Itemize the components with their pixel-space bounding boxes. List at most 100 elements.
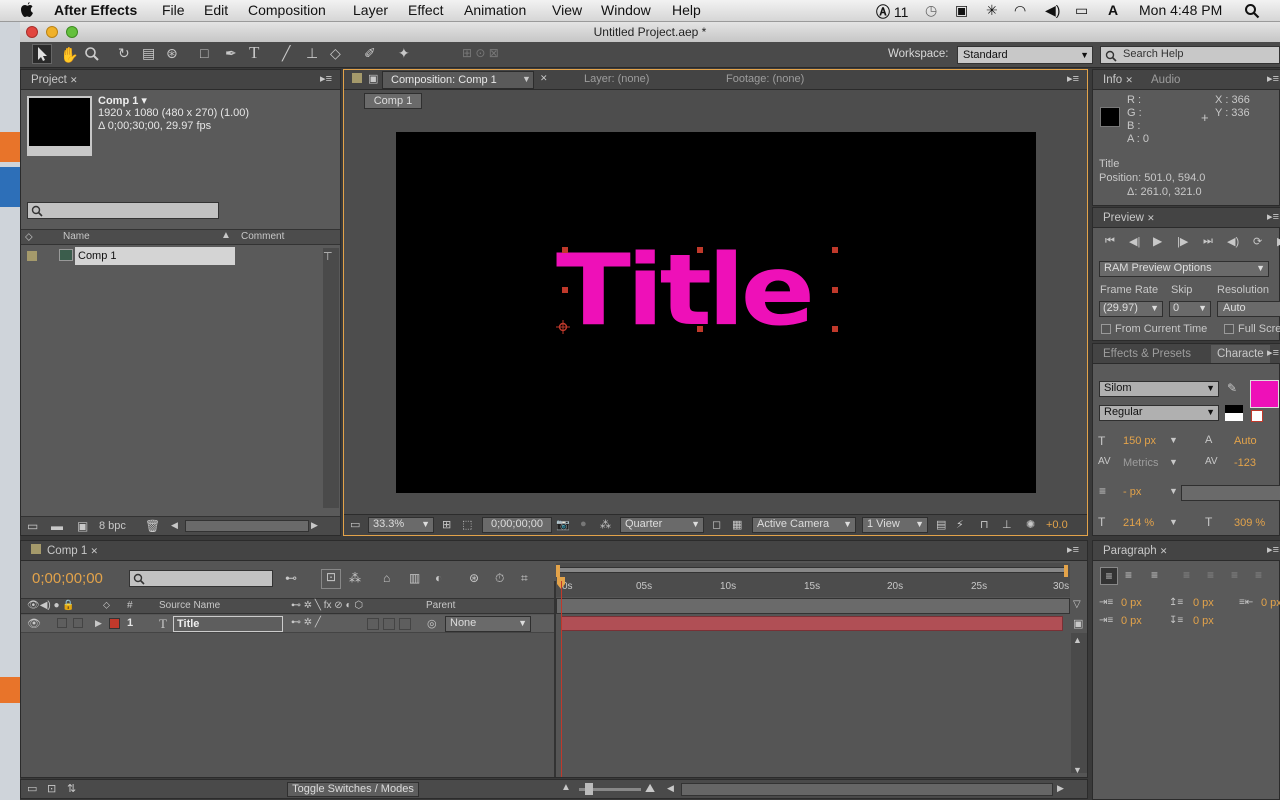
always-preview-icon[interactable]: ▭ <box>350 518 360 531</box>
bounding-handle[interactable] <box>562 287 568 293</box>
column-source-name[interactable]: Source Name <box>159 600 220 611</box>
composition-canvas[interactable]: Title <box>396 132 1036 493</box>
no-fill-icon[interactable] <box>1251 410 1263 422</box>
justify-all-icon[interactable]: ≡ <box>1255 568 1262 582</box>
layer-name-cell[interactable]: Title <box>173 616 283 632</box>
tab-info[interactable]: Info ✕ <box>1097 71 1139 89</box>
tab-timeline-comp1[interactable]: Comp 1 ✕ <box>41 542 104 560</box>
new-folder-icon[interactable]: ▬ <box>51 519 63 533</box>
clock[interactable]: Mon 4:48 PM <box>1139 2 1222 18</box>
loop-icon[interactable]: ⟳ <box>1253 235 1262 248</box>
timeline-hscrollbar[interactable] <box>681 783 1053 796</box>
tab-composition[interactable]: Composition: Comp 1 ▼ <box>382 71 534 89</box>
zoom-out-icon[interactable]: ▲ <box>561 782 571 793</box>
stopwatch-icon[interactable]: ⏱ <box>495 571 504 586</box>
pick-whip-icon[interactable]: ◎ <box>427 617 437 630</box>
magnification-select[interactable]: 33.3% ▼ <box>368 517 434 533</box>
justify-last-left-icon[interactable]: ≡ <box>1183 568 1190 582</box>
panel-menu-icon[interactable]: ▸≡ <box>320 72 332 85</box>
work-area-end-handle[interactable] <box>1064 565 1068 577</box>
preview-resolution-select[interactable]: Auto <box>1217 301 1280 317</box>
layer-switches-row[interactable]: ⊷ ✲ ╱ <box>291 617 321 628</box>
bounding-handle[interactable] <box>832 326 838 332</box>
leading-value[interactable]: Auto <box>1234 435 1257 447</box>
expand-arrow-icon[interactable]: ▶ <box>95 618 102 629</box>
new-composition-icon[interactable]: ▣ <box>77 519 88 533</box>
interpret-footage-icon[interactable]: ▭ <box>27 519 38 533</box>
time-ruler[interactable]: 0s 05s 10s 15s 20s 25s 30s <box>556 563 1070 597</box>
zoom-window-button[interactable] <box>66 26 78 38</box>
anchor-point-icon[interactable] <box>556 320 570 334</box>
next-frame-icon[interactable]: |▶ <box>1177 235 1188 248</box>
exposure-reset-icon[interactable]: ✺ <box>1026 518 1035 531</box>
fill-color-swatch[interactable] <box>1250 380 1279 408</box>
indent-left-value[interactable]: 0 px <box>1121 597 1142 609</box>
scroll-up-icon[interactable]: ▲ <box>1073 635 1082 645</box>
menu-file[interactable]: File <box>162 2 185 18</box>
close-tab-icon[interactable]: ✕ <box>1125 75 1133 85</box>
menu-view[interactable]: View <box>552 2 582 18</box>
menu-animation[interactable]: Animation <box>464 2 526 18</box>
full-screen-checkbox[interactable] <box>1224 324 1234 334</box>
space-after-value[interactable]: 0 px <box>1193 615 1214 627</box>
menu-layer[interactable]: Layer <box>353 2 388 18</box>
close-tab-icon[interactable]: ✕ <box>540 73 548 84</box>
close-tab-icon[interactable]: ✕ <box>1160 546 1168 556</box>
scroll-left-icon[interactable]: ◀ <box>667 783 674 794</box>
font-size-value[interactable]: 150 px <box>1123 435 1156 447</box>
bounding-handle[interactable] <box>697 326 703 332</box>
brainstorm-icon[interactable]: ⊛ <box>469 571 479 585</box>
av-switches-icons[interactable]: 👁◀) ● 🔒 <box>27 600 75 611</box>
font-style-select[interactable]: Regular ▼ <box>1099 405 1219 421</box>
current-time-field[interactable]: 0;00;00;00 <box>482 517 552 533</box>
last-frame-icon[interactable]: ⏭ <box>1203 235 1213 248</box>
camera-tool-icon[interactable]: ▤ <box>142 45 155 62</box>
work-area-start-handle[interactable] <box>556 565 560 577</box>
first-line-indent-value[interactable]: 0 px <box>1121 615 1142 627</box>
timeline-current-time[interactable]: 0;00;00;00 <box>32 570 103 587</box>
play-icon[interactable]: ▶ <box>1153 234 1162 248</box>
layer-duration-bar[interactable] <box>561 616 1063 631</box>
zoom-in-icon[interactable]: ⛰ <box>645 781 655 796</box>
title-text-layer[interactable]: Title <box>556 234 838 348</box>
comp-mini-flowchart-icon[interactable]: ⊷ <box>285 571 297 585</box>
comp-navigator-button[interactable]: Comp 1 <box>364 93 422 109</box>
chevron-down-icon[interactable]: ▼ <box>522 74 531 84</box>
menu-composition[interactable]: Composition <box>248 2 326 18</box>
pan-behind-tool-icon[interactable]: ⊛ <box>166 45 178 62</box>
close-tab-icon[interactable]: ✕ <box>1147 213 1155 223</box>
switch-box[interactable] <box>399 618 411 630</box>
layer-label-color[interactable] <box>109 618 120 629</box>
skip-select[interactable]: 0 ▼ <box>1169 301 1211 317</box>
toggle-pixel-aspect-icon[interactable]: ▤ <box>936 518 946 531</box>
motion-blur-icon[interactable]: ◐ <box>435 571 442 585</box>
sort-ascending-icon[interactable]: ▲ <box>221 230 231 241</box>
tab-footage[interactable]: Footage: (none) <box>726 73 804 85</box>
trash-icon[interactable]: 🗑 <box>145 519 160 533</box>
tracking-value[interactable]: -123 <box>1234 457 1256 469</box>
switch-box[interactable] <box>367 618 379 630</box>
view-layout-select[interactable]: 1 View ▼ <box>862 517 928 533</box>
tab-character[interactable]: Characte <box>1211 345 1270 363</box>
project-row-comp1[interactable]: Comp 1 <box>21 247 340 265</box>
panel-menu-icon[interactable]: ▸≡ <box>1067 72 1079 85</box>
panel-menu-icon[interactable]: ▸≡ <box>1067 543 1079 556</box>
eyedropper-icon[interactable]: ✎ <box>1227 381 1237 395</box>
chevron-down-icon[interactable]: ▼ <box>1169 435 1178 445</box>
panel-menu-icon[interactable]: ▸≡ <box>1267 210 1279 223</box>
minimize-window-button[interactable] <box>46 26 58 38</box>
first-frame-icon[interactable]: ⏮ <box>1105 235 1115 248</box>
transparency-grid-icon[interactable]: ▦ <box>732 518 742 531</box>
timeline-search-input[interactable] <box>129 570 273 587</box>
scroll-right-icon[interactable]: ▶ <box>1057 783 1064 794</box>
tab-audio[interactable]: Audio <box>1145 71 1186 89</box>
grid-guides-icon[interactable]: ⊞ <box>442 518 451 531</box>
bluetooth-icon[interactable]: ✳ <box>986 2 998 19</box>
bit-depth-button[interactable]: 8 bpc <box>99 520 126 532</box>
close-tab-icon[interactable]: ✕ <box>90 546 98 556</box>
video-visibility-icon[interactable]: 👁 <box>27 617 41 630</box>
eraser-tool-icon[interactable]: ◇ <box>330 45 341 62</box>
horizontal-scale-value[interactable]: 309 % <box>1234 517 1265 529</box>
bounding-handle[interactable] <box>562 247 568 253</box>
resolution-select[interactable]: Quarter ▼ <box>620 517 704 533</box>
